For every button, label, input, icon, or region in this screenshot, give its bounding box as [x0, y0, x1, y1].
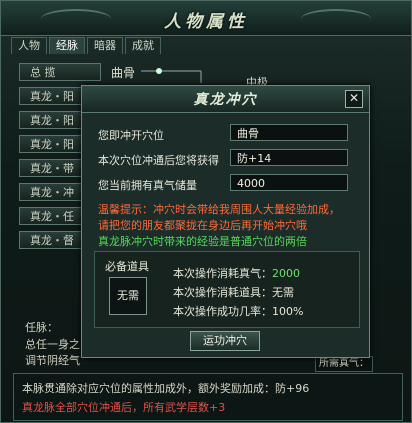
- success-rate-value: 100%: [272, 305, 304, 318]
- tab-bar: 人物 经脉 暗器 成就: [11, 37, 163, 55]
- breakthrough-button[interactable]: 运功冲穴: [190, 331, 260, 351]
- meridian-desc-line1: 总任一身之: [25, 338, 80, 351]
- qi-reserve-value: 4000: [230, 174, 348, 191]
- target-acupoint-label: 您即冲开穴位: [98, 129, 164, 142]
- item-cost-label: 本次操作消耗道具：: [173, 286, 272, 299]
- required-qi-field: 所需真气：: [315, 356, 373, 372]
- reward-label: 本次穴位冲通后您将获得: [98, 154, 219, 167]
- meridian-desc-line2: 调节阴经气: [25, 354, 80, 367]
- required-items-section: 必备道具 无需 本次操作消耗真气：2000 本次操作消耗道具：无需 本次操作成功…: [94, 251, 360, 328]
- double-exp-note: 真龙脉冲穴时带来的经验是普通穴位的两倍: [98, 235, 307, 248]
- success-rate-label: 本次操作成功几率：: [173, 305, 272, 318]
- dialog-title-bar: 真龙冲穴 ✕: [82, 86, 369, 113]
- warning-line-2: 请把您的朋友都聚拢在身边后再开始冲穴哦: [98, 219, 307, 232]
- info-line-bonus: 本脉贯通除对应穴位的属性加成外，额外奖励加成：防+96: [22, 382, 310, 395]
- close-button[interactable]: ✕: [345, 90, 363, 108]
- item-cost-value: 无需: [272, 286, 294, 299]
- tab-character[interactable]: 人物: [11, 37, 47, 54]
- tab-meridians[interactable]: 经脉: [49, 37, 85, 54]
- success-rate-stat: 本次操作成功几率：100%: [173, 303, 303, 319]
- target-acupoint-value: 曲骨: [230, 124, 348, 141]
- title-bar: 人物属性: [1, 1, 411, 36]
- acupoint-dot[interactable]: [156, 68, 162, 74]
- qi-cost-stat: 本次操作消耗真气：2000: [173, 265, 300, 281]
- character-attributes-window: 人物属性 人物 经脉 暗器 成就 总 揽 真龙・阳 真龙・阳 真龙・阳 真龙・带…: [0, 0, 412, 423]
- info-line-complete: 真龙脉全部穴位冲通后，所有武学层数+3: [22, 401, 226, 414]
- acupoint-breakthrough-dialog: 真龙冲穴 ✕ 您即冲开穴位 曲骨 本次穴位冲通后您将获得 防+14 您当前拥有真…: [81, 85, 370, 358]
- qi-cost-value: 2000: [272, 267, 300, 280]
- meridian-item-overview[interactable]: 总 揽: [19, 63, 101, 81]
- tab-achievements[interactable]: 成就: [125, 37, 161, 54]
- qi-cost-label: 本次操作消耗真气：: [173, 267, 272, 280]
- warning-line-1: 温馨提示：冲穴时会带给我周围人大量经验加成，: [98, 203, 340, 216]
- item-slot[interactable]: 无需: [109, 277, 147, 315]
- required-items-title: 必备道具: [105, 260, 149, 273]
- acupoint-line: [141, 68, 202, 83]
- info-panel: 本脉贯通除对应穴位的属性加成外，额外奖励加成：防+96 真龙脉全部穴位冲通后，所…: [13, 373, 403, 421]
- reward-value: 防+14: [230, 149, 348, 166]
- tab-hidden-weapons[interactable]: 暗器: [87, 37, 123, 54]
- item-cost-stat: 本次操作消耗道具：无需: [173, 284, 294, 300]
- acupoint-label-first: 曲骨: [111, 66, 136, 80]
- right-cloud-ornament: [301, 9, 371, 29]
- dialog-title: 真龙冲穴: [193, 92, 258, 108]
- qi-reserve-label: 您当前拥有真气储量: [98, 179, 197, 192]
- meridian-name-label: 任脉：: [25, 321, 58, 334]
